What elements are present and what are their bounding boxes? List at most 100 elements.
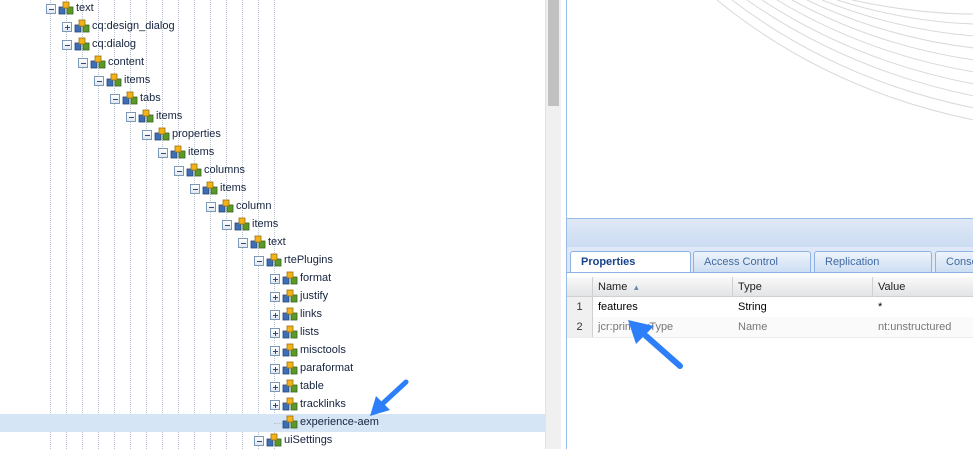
node-icon [282,325,298,340]
tree-node-table[interactable]: table [0,378,545,396]
tree-node-items[interactable]: items [0,108,545,126]
node-icon [138,109,154,124]
tree-node-links[interactable]: links [0,306,545,324]
panel-splitter[interactable] [566,219,973,247]
tree-node-label[interactable]: items [220,182,246,194]
expand-toggle-icon[interactable] [270,274,280,284]
column-header-label: Value [878,281,906,293]
tree-node-label[interactable]: rtePlugins [284,254,333,266]
expand-toggle-icon[interactable] [270,328,280,338]
collapse-toggle-icon[interactable] [62,40,72,50]
tree-node-label[interactable]: tabs [140,92,161,104]
tree-node-format[interactable]: format [0,270,545,288]
tree-node-justify[interactable]: justify [0,288,545,306]
tree-node-misctools[interactable]: misctools [0,342,545,360]
collapse-toggle-icon[interactable] [158,148,168,158]
property-value[interactable]: nt:unstructured [873,317,973,337]
tree-node-cq-design-dialog[interactable]: cq:design_dialog [0,18,545,36]
property-name[interactable]: features [593,297,733,317]
tree-node-paraformat[interactable]: paraformat [0,360,545,378]
tree-node-label[interactable]: properties [172,128,221,140]
tree-node-columns[interactable]: columns [0,162,545,180]
collapse-toggle-icon[interactable] [238,238,248,248]
tree-node-label[interactable]: text [76,2,94,14]
node-icon [74,19,90,34]
node-icon [282,379,298,394]
collapse-toggle-icon[interactable] [126,112,136,122]
tree-node-label[interactable]: format [300,272,331,284]
tree-node-items[interactable]: items [0,216,545,234]
tab-properties[interactable]: Properties [570,251,691,273]
tree-node-label[interactable]: content [108,56,144,68]
tab-access-control[interactable]: Access Control [693,251,811,272]
preview-pane [566,0,973,219]
repository-tree: text cq:design_dialog cq:dialog content item… [0,0,545,449]
node-icon [186,163,202,178]
tree-node-tabs[interactable]: tabs [0,90,545,108]
expand-toggle-icon[interactable] [270,382,280,392]
tree-node-tracklinks[interactable]: tracklinks [0,396,545,414]
tree-node-label[interactable]: paraformat [300,362,353,374]
tree-node-label[interactable]: tracklinks [300,398,346,410]
column-header-type[interactable]: Type [733,277,873,297]
tree-node-lists[interactable]: lists [0,324,545,342]
collapse-toggle-icon[interactable] [174,166,184,176]
tree-node-label[interactable]: columns [204,164,245,176]
tree-node-items[interactable]: items [0,144,545,162]
tree-node-items[interactable]: items [0,72,545,90]
tab-label: Conso [946,256,973,268]
collapse-toggle-icon[interactable] [206,202,216,212]
expand-toggle-icon[interactable] [62,22,72,32]
collapse-toggle-icon[interactable] [110,94,120,104]
tree-node-label[interactable]: column [236,200,271,212]
collapse-toggle-icon[interactable] [78,58,88,68]
column-header-value[interactable]: Value [873,277,973,297]
tree-node-label[interactable]: table [300,380,324,392]
property-value[interactable]: * [873,297,973,317]
collapse-toggle-icon[interactable] [46,4,56,14]
expand-toggle-icon[interactable] [270,400,280,410]
tree-node-label[interactable]: cq:dialog [92,38,136,50]
expand-toggle-icon[interactable] [270,292,280,302]
tree-node-uisettings[interactable]: uiSettings [0,432,545,449]
tab-console[interactable]: Conso [935,251,973,272]
node-icon [282,415,298,430]
tree-node-text[interactable]: text [0,234,545,252]
table-row[interactable]: 1 features String * [567,297,973,317]
tree-node-label[interactable]: links [300,308,322,320]
tree-node-label[interactable]: items [156,110,182,122]
tree-node-label[interactable]: lists [300,326,319,338]
collapse-toggle-icon[interactable] [254,256,264,266]
tree-node-column[interactable]: column [0,198,545,216]
tree-node-label[interactable]: items [252,218,278,230]
collapse-toggle-icon[interactable] [190,184,200,194]
tab-replication[interactable]: Replication [814,251,932,272]
tree-node-items[interactable]: items [0,180,545,198]
tree-node-label[interactable]: uiSettings [284,434,332,446]
tree-node-label[interactable]: justify [300,290,328,302]
column-header-name[interactable]: Name ▲ [593,277,733,297]
collapse-toggle-icon[interactable] [254,436,264,446]
node-icon [282,289,298,304]
property-type[interactable]: Name [733,317,873,337]
tree-node-text[interactable]: text [0,0,545,18]
tree-node-properties[interactable]: properties [0,126,545,144]
tree-node-rteplugins[interactable]: rtePlugins [0,252,545,270]
tree-node-label[interactable]: misctools [300,344,346,356]
property-type[interactable]: String [733,297,873,317]
tree-node-content[interactable]: content [0,54,545,72]
collapse-toggle-icon[interactable] [94,76,104,86]
collapse-toggle-icon[interactable] [222,220,232,230]
tree-node-cq-dialog[interactable]: cq:dialog [0,36,545,54]
scrollbar-thumb[interactable] [548,0,559,106]
tree-node-label[interactable]: cq:design_dialog [92,20,175,32]
tree-scrollbar[interactable] [545,0,561,449]
expand-toggle-icon[interactable] [270,364,280,374]
collapse-toggle-icon[interactable] [142,130,152,140]
expand-toggle-icon[interactable] [270,310,280,320]
tree-node-label[interactable]: items [188,146,214,158]
tree-node-experience-aem[interactable]: experience-aem [0,414,545,432]
expand-toggle-icon[interactable] [270,346,280,356]
tree-node-label[interactable]: items [124,74,150,86]
tree-node-label[interactable]: text [268,236,286,248]
